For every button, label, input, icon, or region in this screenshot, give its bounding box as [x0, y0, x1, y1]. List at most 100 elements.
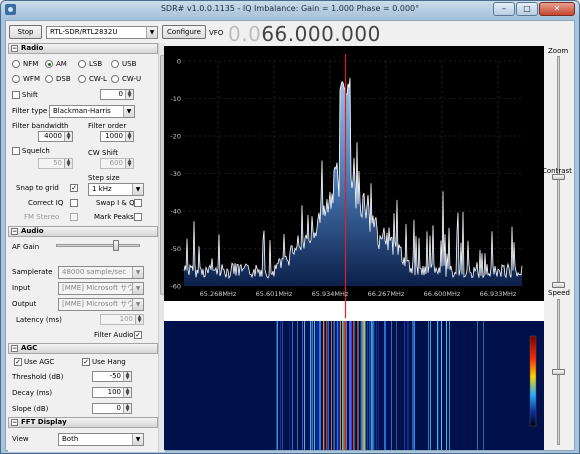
waterfall-streak [282, 321, 283, 450]
bandwidth-input[interactable]: 4000 ▲ ▼ [38, 131, 73, 142]
waterfall-streak [276, 321, 277, 450]
step-size-value: 1 kHz [92, 185, 112, 193]
waterfall-streak [323, 321, 324, 450]
speed-label: Speed [548, 289, 570, 297]
spin-icon[interactable]: ▲ ▼ [64, 159, 72, 168]
waterfall-streak [326, 321, 327, 450]
shift-checkbox[interactable] [12, 91, 20, 99]
agc-section-header[interactable]: − AGC [8, 343, 158, 354]
configure-button[interactable]: Configure [162, 25, 206, 39]
spin-icon[interactable]: ▲ ▼ [125, 159, 133, 168]
filter-audio-checkbox[interactable]: ✓ [134, 331, 142, 339]
device-select[interactable]: RTL-SDR/RTL2832U ▼ [46, 26, 158, 39]
waterfall-streak [376, 321, 377, 450]
squelch-input[interactable]: 50 ▲ ▼ [38, 158, 73, 169]
samplerate-value: 48000 sample/sec [62, 268, 127, 276]
waterfall-streak [342, 321, 343, 450]
use-hang-checkbox[interactable]: ✓ [82, 358, 90, 366]
waterfall-streak [373, 321, 374, 450]
waterfall-streak [312, 321, 313, 450]
use-agc-checkbox[interactable]: ✓ [14, 358, 22, 366]
agc-section-title: AGC [21, 344, 38, 352]
mode-radio-nfm[interactable] [12, 60, 20, 68]
cw-shift-value: 600 [109, 159, 123, 167]
mode-radio-wfm[interactable] [12, 75, 20, 83]
minimize-button[interactable]: – [493, 2, 515, 16]
waterfall-streak [449, 321, 450, 450]
fm-stereo-label: FM Stereo [24, 213, 60, 221]
y-tick-label: 0 [177, 58, 181, 66]
mode-radio-lsb[interactable] [78, 60, 86, 68]
view-select[interactable]: Both ▼ [58, 433, 144, 446]
latency-label: Latency (ms) [16, 316, 62, 324]
spin-icon[interactable]: ▲ ▼ [123, 372, 131, 381]
output-device-value: [MME] Microsoft サウ [62, 300, 135, 308]
collapse-icon[interactable]: − [11, 228, 18, 235]
cw-shift-input[interactable]: 600 ▲ ▼ [100, 158, 134, 169]
stop-button[interactable]: Stop [9, 25, 42, 39]
mode-label-cw-u: CW-U [122, 75, 142, 83]
spin-icon[interactable]: ▲ ▼ [64, 132, 72, 141]
mode-radio-am[interactable] [45, 60, 53, 68]
swap-iq-checkbox[interactable] [134, 199, 142, 207]
radio-section-header[interactable]: − Radio [8, 43, 158, 54]
output-device-select[interactable]: [MME] Microsoft サウ ▼ [58, 298, 144, 311]
vfo-frequency-display[interactable]: 0.066.000.000 [228, 22, 381, 46]
mark-peaks-label: Mark Peaks [94, 213, 134, 221]
chevron-down-icon: ▼ [132, 434, 143, 445]
collapse-icon[interactable]: − [11, 345, 18, 352]
threshold-input[interactable]: -50 ▲ ▼ [92, 371, 132, 382]
y-tick-label: -50 [170, 245, 181, 253]
decay-input[interactable]: 100 ▲ ▼ [92, 387, 132, 398]
speed-slider[interactable] [551, 299, 566, 445]
samplerate-select[interactable]: 48000 sample/sec ▼ [58, 266, 144, 279]
close-button[interactable]: ✕ [539, 2, 575, 16]
step-size-select[interactable]: 1 kHz ▼ [88, 183, 144, 196]
filter-order-label: Filter order [88, 122, 127, 130]
waterfall-streak [372, 321, 373, 450]
filter-type-select[interactable]: Blackman-Harris ▼ [49, 105, 135, 118]
spectrum-waterfall-svg[interactable]: 0 -10 -20 -30 -40 -50 -60 65.268MHz 65.601MHz 65… [164, 46, 544, 450]
collapse-icon[interactable]: − [11, 45, 18, 52]
spin-icon[interactable]: ▲ ▼ [125, 132, 133, 141]
waterfall-streak [304, 321, 305, 450]
contrast-thumb[interactable] [552, 282, 565, 288]
squelch-checkbox[interactable] [12, 147, 20, 155]
snap-to-grid-checkbox[interactable]: ✓ [70, 184, 78, 192]
filter-order-input[interactable]: 1000 ▲ ▼ [100, 131, 134, 142]
mode-radio-cw-u[interactable] [111, 75, 119, 83]
mode-radio-usb[interactable] [111, 60, 119, 68]
bandwidth-label: Filter bandwidth [12, 122, 69, 130]
mode-label-dsb: DSB [56, 75, 71, 83]
input-device-select[interactable]: [MME] Microsoft サウ ▼ [58, 282, 144, 295]
maximize-button[interactable]: □ [516, 2, 538, 16]
shift-input[interactable]: 0 ▲ ▼ [100, 89, 134, 100]
waterfall-streak [354, 321, 355, 450]
filter-type-label: Filter type [12, 107, 48, 115]
fft-section-header[interactable]: − FFT Display [8, 417, 158, 428]
mode-radio-cw-l[interactable] [78, 75, 86, 83]
waterfall-streak [374, 321, 375, 450]
slope-input[interactable]: 0 ▲ ▼ [92, 403, 132, 414]
audio-section-header[interactable]: − Audio [8, 226, 158, 237]
waterfall-streak [412, 321, 413, 450]
mark-peaks-checkbox[interactable] [134, 213, 142, 221]
latency-input[interactable]: 100 ▲ ▼ [100, 314, 144, 325]
input-device-value: [MME] Microsoft サウ [62, 284, 135, 292]
output-label: Output [12, 300, 37, 308]
af-gain-slider[interactable] [113, 240, 120, 251]
spin-icon[interactable]: ▲ ▼ [125, 90, 133, 99]
waterfall-streak [413, 321, 414, 450]
x-tick-label: 65.601MHz [256, 290, 293, 298]
speed-thumb[interactable] [552, 369, 565, 375]
waterfall-streak [362, 321, 363, 450]
fm-stereo-checkbox[interactable] [70, 213, 78, 221]
waterfall-streak [446, 321, 447, 450]
spin-icon[interactable]: ▲ ▼ [123, 404, 131, 413]
collapse-icon[interactable]: − [11, 419, 18, 426]
correct-iq-checkbox[interactable] [70, 199, 78, 207]
spin-icon[interactable]: ▲ ▼ [135, 315, 143, 324]
threshold-label: Threshold (dB) [12, 373, 64, 381]
mode-radio-dsb[interactable] [45, 75, 53, 83]
spin-icon[interactable]: ▲ ▼ [123, 388, 131, 397]
